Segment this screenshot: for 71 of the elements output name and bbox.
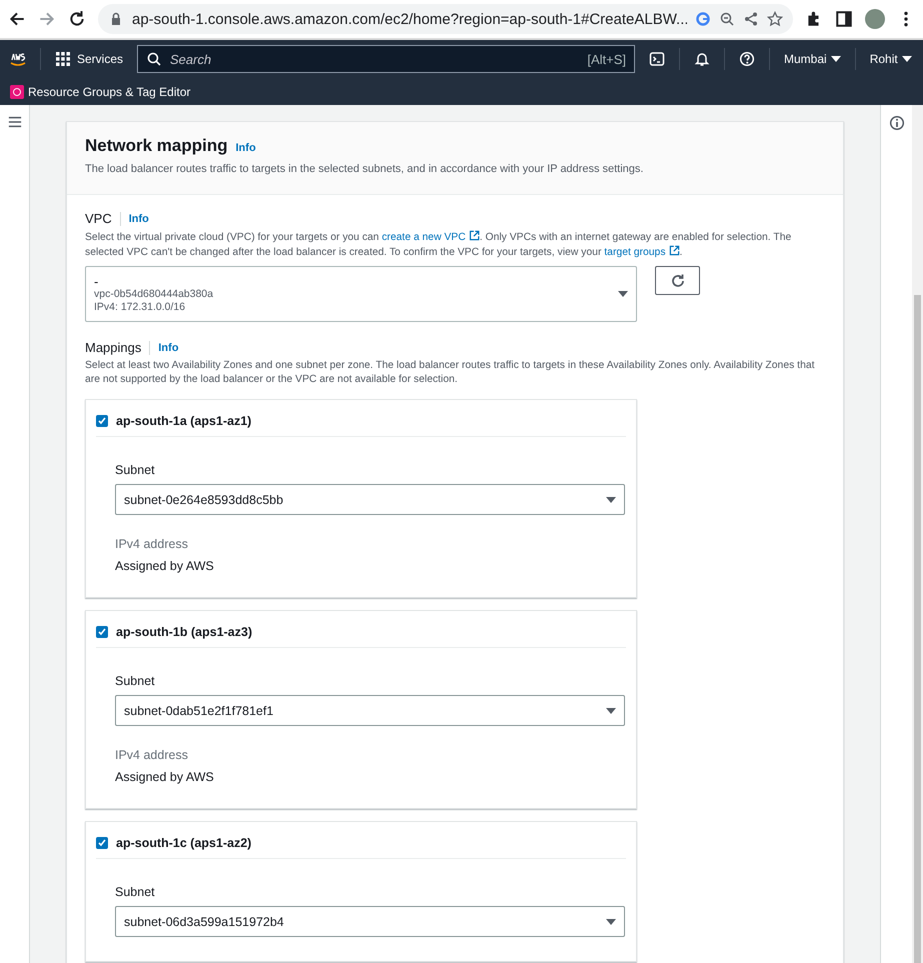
caret-icon [830,56,841,62]
subnet-value: subnet-0e264e8593dd8c5bb [124,492,284,506]
resource-groups-icon [10,84,24,98]
shortcut-hint: [Alt+S] [587,52,626,66]
info-link[interactable]: Info [236,142,256,154]
caret-icon [606,918,616,924]
mappings-help-text: Select at least two Availability Zones and one subnet per zone. The load balancer routes traffic to targets in these Availability Zones only. Availability Zones that are not supported by the load balancer or the VPC are not available for selection. [85,359,816,387]
region-menu[interactable]: Mumbai [784,52,841,66]
avatar[interactable] [865,9,885,29]
vpc-value: - [94,274,100,288]
google-g-icon[interactable] [695,11,711,27]
field-label: Mappings [85,340,142,355]
address-bar[interactable]: ap-south-1.console.aws.amazon.com/ec2/home?region=ap-south-1#CreateALBW... [98,4,793,34]
aws-logo-icon[interactable] [10,51,26,67]
subnet-value: subnet-06d3a599a151972b4 [124,914,284,928]
side-panel-icon[interactable] [835,10,853,28]
bell-icon[interactable] [694,51,710,67]
vpc-id: vpc-0b54d680444ab380a [94,288,214,300]
external-link-icon [468,230,480,241]
share-icon[interactable] [743,11,759,27]
external-link[interactable]: create a new VPC [382,232,480,243]
search-icon [146,51,162,67]
zoom-out-icon[interactable] [719,11,735,27]
grid-icon [55,51,71,67]
caret-icon [902,56,912,62]
back-arrow-icon[interactable] [8,10,26,28]
caret-icon [606,496,616,502]
star-icon[interactable] [767,11,783,27]
help-icon[interactable] [739,51,756,67]
user-menu[interactable]: Rohit [870,52,912,66]
field-label: VPC [85,211,112,226]
forward-arrow-icon[interactable] [38,10,56,28]
menu-icon[interactable] [8,115,22,129]
field-label: Subnet [115,463,156,477]
subnet-value: subnet-0dab51e2f1f781ef1 [124,704,274,718]
refresh-icon [670,272,686,288]
field-label: Subnet [115,885,156,899]
field-value: Assigned by AWS [115,559,215,573]
vpc-select[interactable]: - vpc-0b54d680444ab380a IPv4: 172.31.0.0/16 [85,266,637,322]
subnet-select[interactable]: subnet-06d3a599a151972b4 [115,906,625,937]
caret-icon [606,708,616,714]
zone-name: ap-south-1a (aps1-az1) [116,414,252,428]
field-label: IPv4 address [115,537,189,551]
services-menu[interactable]: Services [55,51,124,67]
info-icon[interactable] [888,115,904,131]
favorite-link[interactable]: Resource Groups & Tag Editor [10,84,191,98]
zone-name: ap-south-1c (aps1-az2) [116,836,252,850]
external-link[interactable]: target groups [604,247,680,258]
info-link[interactable]: Info [158,342,179,354]
subnet-select[interactable]: subnet-0e264e8593dd8c5bb [115,484,625,515]
field-label: Subnet [115,674,156,688]
search-field[interactable]: Search [Alt+S] [137,45,636,73]
field-value: Assigned by AWS [115,770,215,784]
url-text: ap-south-1.console.aws.amazon.com/ec2/home?region=ap-south-1#CreateALBW... [132,10,687,28]
external-link-icon [668,245,680,256]
checkbox[interactable] [96,626,108,638]
checkbox[interactable] [96,837,108,849]
search-placeholder: Search [170,52,212,66]
field-label: IPv4 address [115,748,189,762]
checkbox[interactable] [96,415,108,427]
info-link[interactable]: Info [128,212,149,224]
reload-icon[interactable] [68,10,86,28]
refresh-button[interactable] [655,266,700,295]
subnet-select[interactable]: subnet-0dab51e2f1f781ef1 [115,695,625,726]
vpc-help-text: Select the virtual private cloud (VPC) for your targets or you can create a new VPC . Only VPCs with an internet gateway are enabled for selection. The selected VPC can't be changed after the load balancer is created. To confirm the VPC for your targets, view your target groups . [85,230,792,260]
terminal-icon[interactable] [649,51,666,67]
section-title: Network mapping [85,136,228,156]
vpc-cidr: IPv4: 172.31.0.0/16 [94,300,186,314]
zone-name: ap-south-1b (aps1-az3) [116,625,252,639]
section-description: The load balancer routes traffic to targets in the selected subnets, and in accordance with your IP address settings. [85,162,644,176]
caret-icon [618,291,628,297]
